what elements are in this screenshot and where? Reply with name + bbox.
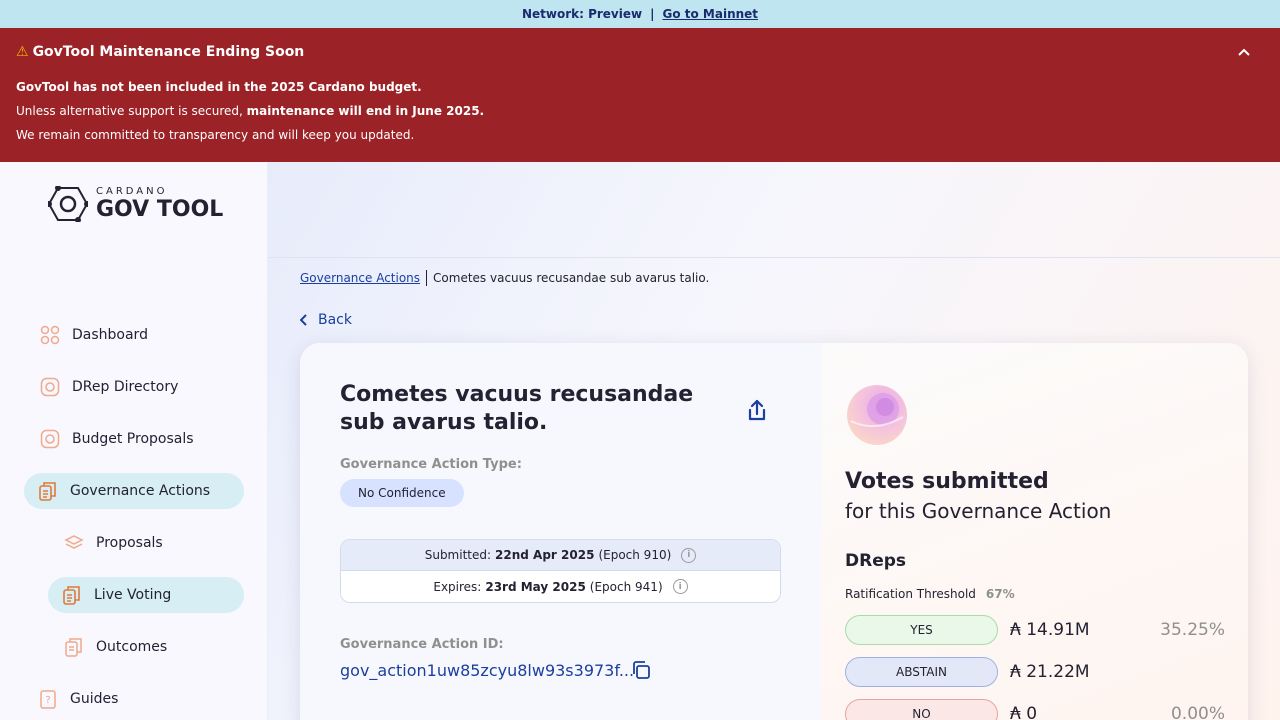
warning-icon: ⚠ [16,44,29,60]
vote-row-no: NO ₳ 0 0.00% [845,699,1225,720]
sidebar-item-outcomes[interactable]: Outcomes [50,629,167,665]
expires-date: 23rd May 2025 [485,579,586,594]
sidebar-item-budget-proposals[interactable]: Budget Proposals [26,421,194,457]
share-icon[interactable] [744,398,770,424]
voting-icon [62,585,82,605]
banner-title: GovTool Maintenance Ending Soon [32,44,305,60]
sidebar-item-governance-actions[interactable]: Governance Actions [24,473,244,509]
votes-avatar [845,383,909,447]
outcomes-icon [64,637,84,657]
vote-row-abstain: ABSTAIN ₳ 21.22M [845,657,1225,687]
breadcrumb-current: Cometes vacuus recusandae sub avarus tal… [433,271,710,285]
dreps-heading: DReps [845,551,907,571]
dashboard-icon [40,325,60,345]
chevron-left-icon [300,314,307,326]
vote-percent: 35.25% [1160,620,1225,640]
sidebar-item-live-voting[interactable]: Live Voting [48,577,244,613]
sidebar-item-guides[interactable]: ? Guides [24,681,118,717]
action-type-badge: No Confidence [340,479,464,507]
top-strip [268,162,1280,258]
sidebar-item-label: Live Voting [94,587,172,603]
vote-row-yes: YES ₳ 14.91M 35.25% [845,615,1225,645]
drep-directory-icon [40,377,60,397]
action-details: Cometes vacuus recusandae sub avarus tal… [300,343,821,720]
main-content: Governance Actions Cometes vacuus recusa… [268,162,1280,720]
dates-box: Submitted: 22nd Apr 2025 (Epoch 910) i E… [340,539,781,603]
action-id-value[interactable]: gov_action1uw85zcyu8lw93s3973f... [340,661,634,680]
submitted-label: Submitted: [424,548,492,562]
svg-text:?: ? [45,695,50,706]
threshold-label: Ratification Threshold [845,587,976,601]
logo[interactable]: CARDANO GOV TOOL [48,186,223,222]
action-title: Cometes vacuus recusandae sub avarus tal… [340,382,694,435]
action-type-label: Governance Action Type: [340,457,522,472]
sidebar-item-label: Budget Proposals [72,431,194,447]
network-label: Network: Preview [521,7,643,21]
back-label: Back [318,312,352,328]
breadcrumb: Governance Actions Cometes vacuus recusa… [300,270,709,286]
cardano-logo-icon [48,186,88,222]
layers-icon [64,533,84,553]
sidebar-item-label: DRep Directory [72,379,179,395]
sidebar-item-label: Proposals [96,535,163,551]
guides-icon: ? [38,689,58,709]
expires-label: Expires: [433,579,482,594]
sidebar: CARDANO GOV TOOL Dashboard DRep Director… [0,162,268,720]
expires-row: Expires: 23rd May 2025 (Epoch 941) i [341,571,780,602]
banner-line-3: We remain committed to transparency and … [16,128,415,142]
breadcrumb-governance-actions[interactable]: Governance Actions [300,271,420,285]
submitted-epoch: (Epoch 910) [598,548,672,562]
info-icon[interactable]: i [681,547,697,563]
vote-pill-yes: YES [845,615,998,645]
submitted-row: Submitted: 22nd Apr 2025 (Epoch 910) i [341,540,780,571]
ratification-threshold: Ratification Threshold 67% [845,587,1015,601]
network-bar: Network: Preview | Go to Mainnet [0,0,1280,28]
logo-big-text: GOV TOOL [96,197,224,222]
banner-line-1: GovTool has not been included in the 202… [16,80,422,94]
vote-percent: 0.00% [1170,704,1225,720]
sidebar-item-dashboard[interactable]: Dashboard [26,317,148,353]
banner-line-2-bold: maintenance will end in June 2025. [246,104,485,118]
info-icon[interactable]: i [672,579,688,594]
threshold-value: 67% [985,587,1015,601]
action-id-label: Governance Action ID: [340,637,504,652]
back-button[interactable]: Back [300,312,352,328]
governance-icon [38,481,58,501]
submitted-date: 22nd Apr 2025 [495,548,595,562]
sidebar-item-label: Governance Actions [70,483,211,499]
vote-amount: ₳ 14.91M [1010,620,1090,640]
sidebar-item-label: Dashboard [72,327,148,343]
vote-pill-abstain: ABSTAIN [845,657,998,687]
banner-line-2-prefix: Unless alternative support is secured, [16,104,243,118]
governance-action-card: Cometes vacuus recusandae sub avarus tal… [300,343,1248,720]
collapse-chevron-icon[interactable] [1234,42,1254,62]
banner-line-2: Unless alternative support is secured, m… [16,104,484,118]
sidebar-item-label: Outcomes [96,639,168,655]
network-separator: | [650,7,655,21]
budget-icon [40,429,60,449]
votes-subtitle: for this Governance Action [845,499,1112,523]
sidebar-item-drep-directory[interactable]: DRep Directory [26,369,178,405]
votes-title: Votes submitted [845,469,1049,494]
sidebar-item-proposals[interactable]: Proposals [50,525,163,561]
expires-epoch: (Epoch 941) [589,579,663,594]
vote-amount: ₳ 0 [1010,704,1038,720]
go-to-mainnet-link[interactable]: Go to Mainnet [662,7,758,21]
vote-amount: ₳ 21.22M [1010,662,1090,682]
copy-icon[interactable] [630,659,652,681]
maintenance-banner: ⚠ GovTool Maintenance Ending Soon GovToo… [0,28,1280,162]
vote-pill-no: NO [845,699,998,720]
sidebar-item-label: Guides [70,691,119,707]
votes-panel: Votes submitted for this Governance Acti… [821,343,1248,720]
breadcrumb-divider [426,270,428,286]
banner-title-row: ⚠ GovTool Maintenance Ending Soon [16,44,304,60]
